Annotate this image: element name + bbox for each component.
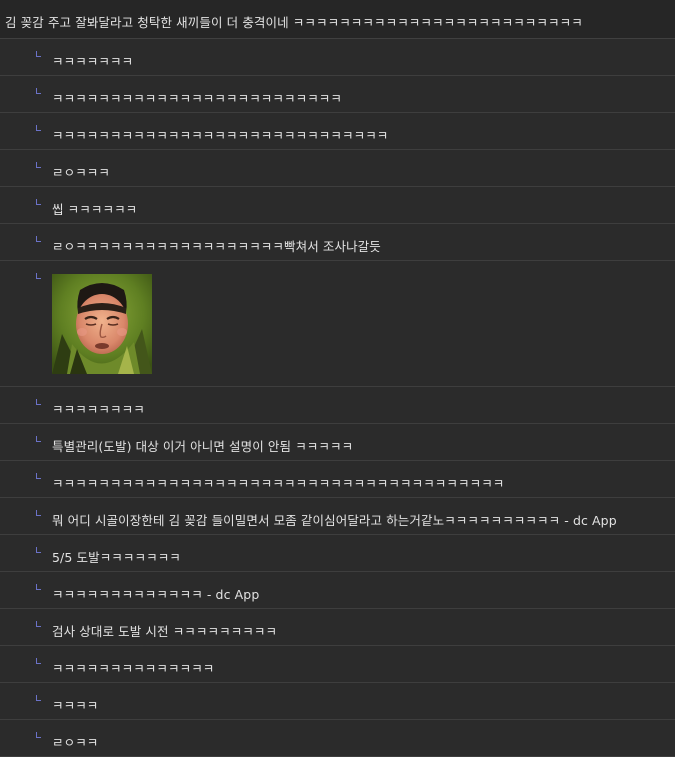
reply-text: 뭐 어디 시골이장한테 김 꽂감 들이밀면서 모좀 같이심어달라고 하는거같노ㅋ… (52, 513, 617, 528)
reply-arrow-icon (36, 658, 41, 664)
reply-text: ㅋㅋㅋㅋㅋㅋㅋㅋㅋㅋㅋㅋㅋㅋㅋㅋㅋㅋㅋㅋㅋㅋㅋㅋㅋㅋㅋㅋㅋㅋㅋㅋㅋㅋㅋㅋㅋㅋㅋ (52, 476, 505, 491)
reply-text: ㅋㅋㅋㅋㅋㅋㅋㅋㅋㅋㅋㅋㅋㅋ (52, 661, 215, 676)
reply-text: ㅋㅋㅋㅋㅋㅋㅋㅋㅋㅋㅋㅋㅋ - dc App (52, 587, 260, 602)
reply-row[interactable]: ㅋㅋㅋㅋㅋㅋㅋㅋㅋㅋㅋㅋㅋㅋㅋㅋㅋㅋㅋㅋㅋㅋㅋㅋㅋㅋㅋㅋㅋㅋㅋㅋㅋㅋㅋㅋㅋㅋㅋ (0, 461, 675, 498)
reply-row[interactable]: ㅋㅋㅋㅋㅋㅋㅋㅋㅋㅋㅋㅋㅋㅋ (0, 646, 675, 683)
reply-arrow-icon (36, 584, 41, 590)
reply-text: ㅋㅋㅋㅋㅋㅋㅋㅋㅋㅋㅋㅋㅋㅋㅋㅋㅋㅋㅋㅋㅋㅋㅋㅋㅋ (52, 91, 343, 106)
reply-arrow-icon (36, 125, 41, 131)
reply-row[interactable]: ㅋㅋㅋㅋㅋㅋㅋ (0, 39, 675, 76)
reply-text: 특별관리(도발) 대상 이거 아니면 설명이 안됨 ㅋㅋㅋㅋㅋ (52, 439, 354, 454)
reply-row[interactable]: ㅋㅋㅋㅋㅋㅋㅋㅋ (0, 387, 675, 424)
reply-row[interactable]: ㅋㅋㅋㅋ (0, 683, 675, 720)
reply-row[interactable]: 뭐 어디 시골이장한테 김 꽂감 들이밀면서 모좀 같이심어달라고 하는거같노ㅋ… (0, 498, 675, 535)
reply-row[interactable]: ㅋㅋㅋㅋㅋㅋㅋㅋㅋㅋㅋㅋㅋㅋㅋㅋㅋㅋㅋㅋㅋㅋㅋㅋㅋㅋㅋㅋㅋ (0, 113, 675, 150)
reply-arrow-icon (36, 732, 41, 738)
reply-arrow-icon (36, 51, 41, 57)
reply-text: 5/5 도발ㅋㅋㅋㅋㅋㅋㅋ (52, 550, 181, 565)
reply-arrow-icon (36, 695, 41, 701)
reply-arrow-icon (36, 88, 41, 94)
reply-row[interactable]: ㄹㅇㅋㅋㅋㅋㅋㅋㅋㅋㅋㅋㅋㅋㅋㅋㅋㅋㅋㅋ빡쳐서 조사나갈듯 (0, 224, 675, 261)
reply-text: ㄹㅇㅋㅋㅋ (52, 165, 111, 180)
reply-arrow-icon (36, 162, 41, 168)
reply-row[interactable]: ㅋㅋㅋㅋㅋㅋㅋㅋㅋㅋㅋㅋㅋ - dc App (0, 572, 675, 609)
reply-row[interactable]: 씹 ㅋㅋㅋㅋㅋㅋ (0, 187, 675, 224)
reply-arrow-icon (36, 236, 41, 242)
reply-arrow-icon (36, 621, 41, 627)
reply-row[interactable]: ㄹㅇㅋㅋ (0, 720, 675, 757)
reply-text: 씹 ㅋㅋㅋㅋㅋㅋ (52, 202, 138, 217)
reply-text: ㅋㅋㅋㅋㅋㅋㅋㅋ (52, 402, 145, 417)
reply-text: ㄹㅇㅋㅋㅋㅋㅋㅋㅋㅋㅋㅋㅋㅋㅋㅋㅋㅋㅋㅋ빡쳐서 조사나갈듯 (52, 239, 381, 254)
reply-arrow-icon (36, 510, 41, 516)
reply-arrow-icon (36, 199, 41, 205)
reply-row[interactable] (0, 261, 675, 387)
dccon-image[interactable] (52, 274, 152, 374)
comment-row[interactable]: 김 꽂감 주고 잘봐달라고 청탁한 새끼들이 더 충격이네 ㅋㅋㅋㅋㅋㅋㅋㅋㅋㅋ… (0, 0, 675, 39)
reply-arrow-icon (36, 436, 41, 442)
reply-row[interactable]: ㅋㅋㅋㅋㅋㅋㅋㅋㅋㅋㅋㅋㅋㅋㅋㅋㅋㅋㅋㅋㅋㅋㅋㅋㅋ (0, 76, 675, 113)
reply-arrow-icon (36, 473, 41, 479)
reply-row[interactable]: ㄹㅇㅋㅋㅋ (0, 150, 675, 187)
reply-arrow-icon (36, 273, 41, 279)
reply-text: ㅋㅋㅋㅋㅋㅋㅋㅋㅋㅋㅋㅋㅋㅋㅋㅋㅋㅋㅋㅋㅋㅋㅋㅋㅋㅋㅋㅋㅋ (52, 128, 389, 143)
reply-arrow-icon (36, 547, 41, 553)
reply-text: ㅋㅋㅋㅋ (52, 698, 99, 713)
reply-text: ㄹㅇㅋㅋ (52, 735, 99, 750)
reply-text: ㅋㅋㅋㅋㅋㅋㅋ (52, 54, 134, 69)
reply-row[interactable]: 검사 상대로 도발 시전 ㅋㅋㅋㅋㅋㅋㅋㅋㅋ (0, 609, 675, 646)
comment-list: 김 꽂감 주고 잘봐달라고 청탁한 새끼들이 더 충격이네 ㅋㅋㅋㅋㅋㅋㅋㅋㅋㅋ… (0, 0, 675, 757)
reply-arrow-icon (36, 399, 41, 405)
reply-row[interactable]: 특별관리(도발) 대상 이거 아니면 설명이 안됨 ㅋㅋㅋㅋㅋ (0, 424, 675, 461)
reply-text: 검사 상대로 도발 시전 ㅋㅋㅋㅋㅋㅋㅋㅋㅋ (52, 624, 278, 639)
reply-row[interactable]: 5/5 도발ㅋㅋㅋㅋㅋㅋㅋ (0, 535, 675, 572)
comment-text: 김 꽂감 주고 잘봐달라고 청탁한 새끼들이 더 충격이네 ㅋㅋㅋㅋㅋㅋㅋㅋㅋㅋ… (5, 15, 583, 30)
